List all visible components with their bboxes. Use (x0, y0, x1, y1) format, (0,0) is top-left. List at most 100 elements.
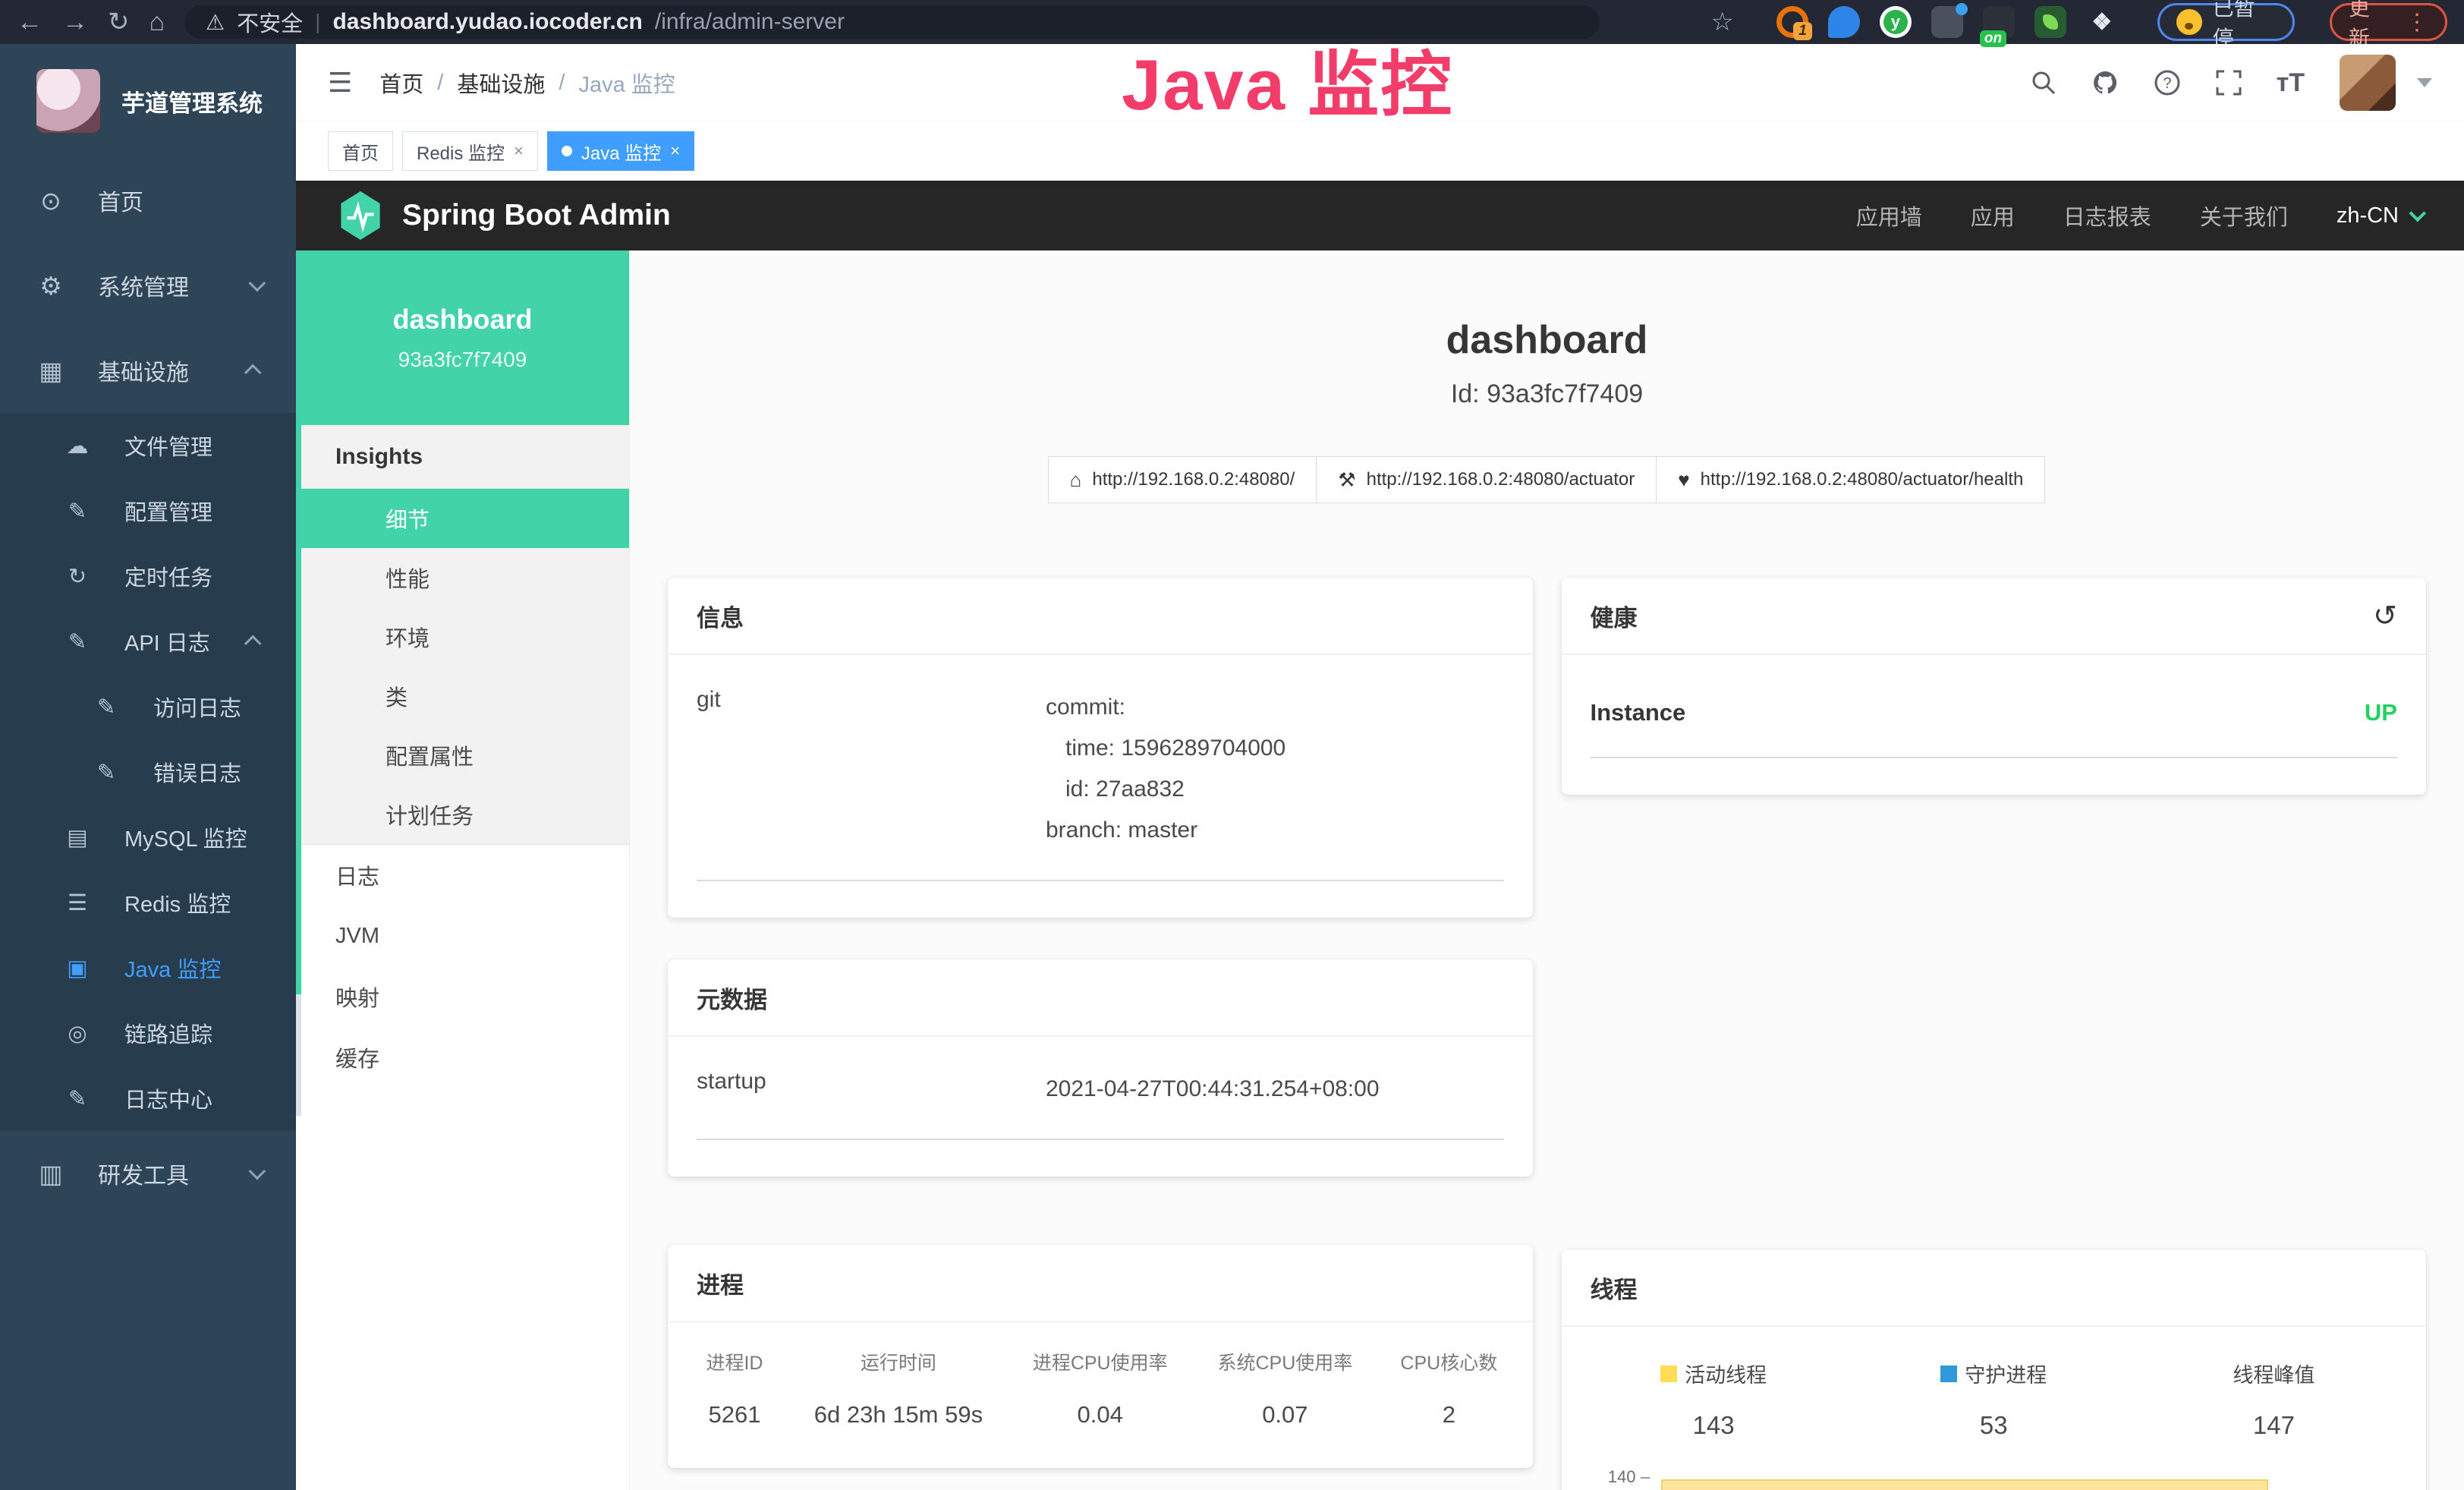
close-icon[interactable]: × (670, 141, 680, 161)
extensions-puzzle-icon[interactable]: ❖ (2086, 6, 2118, 38)
process-table-values: 5261 6d 23h 15m 59s 0.04 0.07 2 (680, 1401, 1521, 1429)
browser-menu-icon[interactable]: ⋮ (2406, 9, 2428, 36)
url-path: /infra/admin-server (655, 9, 845, 35)
page-title: dashboard (630, 317, 2464, 363)
health-history-icon[interactable]: ↺ (2373, 599, 2397, 633)
sba-item-classes[interactable]: 类 (296, 666, 629, 726)
threads-area-series (1661, 1479, 2268, 1490)
sba-item-configprops[interactable]: 配置属性 (296, 726, 629, 785)
security-label[interactable]: 不安全 (237, 6, 303, 38)
extension-switch-icon[interactable]: on (1983, 6, 2015, 38)
dashboard-icon: ⊙ (34, 186, 68, 216)
sba-item-mappings[interactable]: 映射 (296, 966, 629, 1027)
avatar-caret-icon[interactable] (2417, 78, 2432, 87)
sidebar-item-trace[interactable]: ◎链路追踪 (0, 1000, 296, 1066)
sba-link-about[interactable]: 关于我们 (2200, 200, 2288, 232)
health-url-button[interactable]: ♥http://192.168.0.2:48080/actuator/healt… (1656, 456, 2045, 503)
metadata-card: 元数据 startup 2021-04-27T00:44:31.254+08:0… (668, 959, 1533, 1177)
user-avatar[interactable] (2340, 55, 2396, 111)
back-icon[interactable]: ← (17, 9, 42, 35)
sba-item-env[interactable]: 环境 (296, 607, 629, 666)
sidebar-item-log-center[interactable]: ✎日志中心 (0, 1066, 296, 1131)
extension-leaf-icon[interactable] (2034, 6, 2066, 38)
extension-pin-icon[interactable] (1828, 6, 1860, 38)
threads-values: 143 53 147 (1574, 1411, 2415, 1440)
bookmark-star-icon[interactable]: ☆ (1710, 9, 1733, 35)
sidebar-item-java[interactable]: ▣Java 监控 (0, 935, 296, 1000)
sba-item-jvm[interactable]: JVM (296, 906, 629, 966)
update-button[interactable]: 更新 ⋮ (2330, 3, 2447, 41)
font-size-icon[interactable]: ᴛT (2277, 70, 2305, 96)
tab-home[interactable]: 首页 (328, 131, 393, 171)
hamburger-icon[interactable]: ☰ (328, 67, 352, 99)
metadata-card-title: 元数据 (697, 981, 767, 1015)
extension-colab-icon[interactable]: 1 (1776, 6, 1808, 38)
breadcrumb-home[interactable]: 首页 (379, 67, 423, 99)
forward-icon[interactable]: → (62, 9, 88, 35)
layers-icon: ☰ (61, 890, 94, 916)
sba-instance-header[interactable]: dashboard 93a3fc7f7409 (296, 250, 629, 425)
sidebar-item-error-log[interactable]: ✎错误日志 (0, 739, 296, 805)
threads-card: 线程 活动线程 守护进程 线程峰值 143 (1562, 1249, 2427, 1490)
sba-link-applications[interactable]: 应用 (1971, 200, 2015, 232)
sba-navbar: Spring Boot Admin 应用墙 应用 日志报表 关于我们 zh-CN (296, 181, 2464, 250)
sba-link-wallboard[interactable]: 应用墙 (1856, 200, 1922, 232)
app-logo: 芋道管理系统 (0, 44, 296, 158)
threads-card-title: 线程 (1591, 1271, 1638, 1305)
sidebar-item-config[interactable]: ✎配置管理 (0, 478, 296, 543)
app-sidebar: 芋道管理系统 ⊙ 首页 ⚙ 系统管理 ▦ 基础设施 ☁文件管理 ✎配置管理 ↻定… (0, 44, 296, 1490)
sidebar-item-infra[interactable]: ▦ 基础设施 (0, 328, 296, 413)
peak-threads-value: 147 (2134, 1411, 2414, 1440)
sidebar-item-home[interactable]: ⊙ 首页 (0, 158, 296, 243)
extension-badge-count: 1 (1793, 22, 1812, 40)
github-icon[interactable] (2091, 69, 2119, 96)
breadcrumb-infra[interactable]: 基础设施 (457, 67, 545, 99)
chevron-up-icon (244, 364, 262, 382)
sidebar-item-api-log[interactable]: ✎API 日志 (0, 609, 296, 674)
sidebar-item-redis[interactable]: ☰Redis 监控 (0, 870, 296, 935)
sba-locale-select[interactable]: zh-CN (2337, 203, 2422, 228)
reload-icon[interactable]: ↻ (108, 9, 130, 35)
tab-java[interactable]: Java 监控× (547, 131, 694, 171)
sidebar-item-devtools[interactable]: ▥ 研发工具 (0, 1131, 296, 1216)
sba-content: dashboard Id: 93a3fc7f7409 ⌂http://192.1… (630, 250, 2464, 1490)
sba-item-metrics[interactable]: 性能 (296, 548, 629, 607)
sba-item-caches[interactable]: 缓存 (296, 1027, 629, 1088)
sba-item-scheduledtasks[interactable]: 计划任务 (296, 785, 629, 844)
startup-row: startup 2021-04-27T00:44:31.254+08:00 (697, 1069, 1504, 1140)
search-icon[interactable] (2031, 70, 2056, 96)
browser-home-icon[interactable]: ⌂ (149, 9, 165, 35)
threads-legend: 活动线程 守护进程 线程峰值 (1574, 1359, 2415, 1388)
process-uptime: 6d 23h 15m 59s (789, 1401, 1008, 1429)
daemon-threads-value: 53 (1854, 1411, 2134, 1440)
extension-grid-icon[interactable] (1931, 6, 1963, 38)
info-card-title: 信息 (697, 599, 744, 633)
sba-item-details[interactable]: 细节 (296, 489, 629, 548)
extension-y-icon[interactable]: y (1880, 6, 1912, 38)
help-icon[interactable]: ? (2154, 69, 2181, 96)
sidebar-item-file[interactable]: ☁文件管理 (0, 413, 296, 478)
tab-redis[interactable]: Redis 监控× (402, 131, 538, 171)
live-threads-swatch (1660, 1366, 1677, 1382)
database-icon: ▤ (61, 824, 94, 851)
extension-on-badge: on (1980, 30, 2006, 47)
sidebar-item-access-log[interactable]: ✎访问日志 (0, 674, 296, 739)
sidebar-scrollbar-thumb[interactable] (296, 250, 301, 994)
gear-icon: ⚙ (34, 271, 68, 301)
sba-item-logfile[interactable]: 日志 (296, 845, 629, 906)
sba-link-journal[interactable]: 日志报表 (2063, 200, 2151, 232)
close-icon[interactable]: × (514, 141, 524, 161)
instance-health-row[interactable]: Instance UP (1591, 699, 2398, 758)
sidebar-item-system[interactable]: ⚙ 系统管理 (0, 243, 296, 328)
service-url-button[interactable]: ⌂http://192.168.0.2:48080/ (1048, 456, 1317, 503)
daemon-threads-swatch (1940, 1366, 1957, 1382)
sidebar-item-job[interactable]: ↻定时任务 (0, 543, 296, 609)
svg-text:?: ? (2163, 75, 2171, 92)
fullscreen-icon[interactable] (2216, 70, 2242, 96)
git-time-line: time: 1596289704000 (1046, 728, 1285, 769)
paused-badge[interactable]: 已暂停 (2157, 3, 2295, 41)
actuator-url-button[interactable]: ⚒http://192.168.0.2:48080/actuator (1316, 456, 1657, 503)
sba-logo[interactable]: Spring Boot Admin (338, 191, 671, 240)
screen-icon: ▣ (61, 955, 94, 981)
sidebar-item-mysql[interactable]: ▤MySQL 监控 (0, 805, 296, 870)
